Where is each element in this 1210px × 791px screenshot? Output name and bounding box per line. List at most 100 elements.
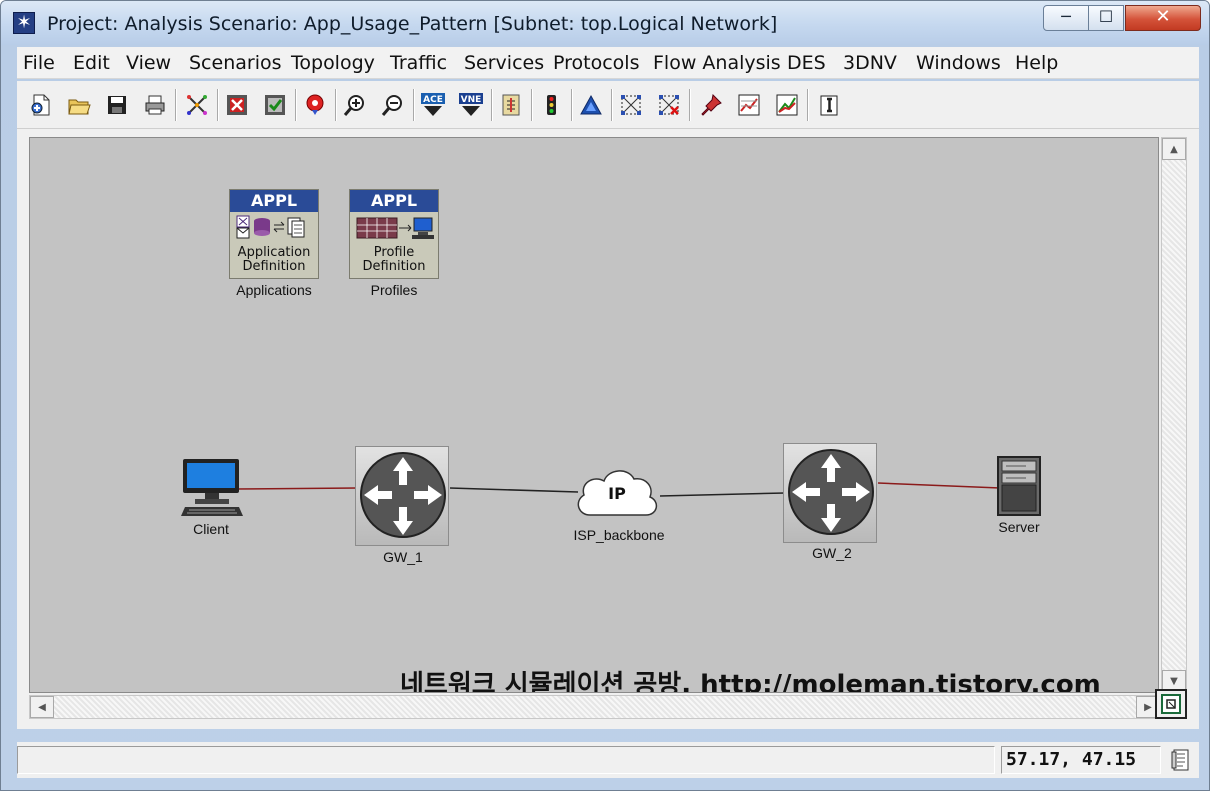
graph-button[interactable] (735, 91, 763, 119)
toolbar-separator (491, 89, 493, 121)
isp-backbone-label: ISP_backbone (573, 527, 665, 543)
menu-flow-analysis[interactable]: Flow Analysis (653, 52, 781, 74)
app-window: ✶ Project: Analysis Scenario: App_Usage_… (0, 0, 1210, 791)
server-node[interactable] (996, 455, 1042, 517)
zoom-in-button[interactable] (341, 91, 369, 119)
print-button[interactable] (141, 91, 169, 119)
menu-help[interactable]: Help (1015, 52, 1058, 74)
title-bar[interactable]: ✶ Project: Analysis Scenario: App_Usage_… (1, 1, 1209, 45)
toolbar-separator (335, 89, 337, 121)
ip-text: IP (608, 484, 626, 503)
network-canvas[interactable]: APPL Application Definition Applications… (29, 137, 1159, 693)
scroll-right-icon: ▶ (1144, 701, 1152, 713)
close-button[interactable]: ✕ (1125, 5, 1201, 31)
navigator-button[interactable] (1155, 689, 1187, 719)
scroll-log-icon[interactable] (1169, 748, 1193, 772)
minimize-button[interactable]: ─ (1043, 5, 1089, 31)
router-icon (360, 452, 446, 538)
results-button[interactable] (773, 91, 801, 119)
menu-3dnv[interactable]: 3DNV (843, 52, 897, 74)
zoom-out-button[interactable] (379, 91, 407, 119)
fail-links-button[interactable] (655, 91, 683, 119)
scroll-up-button[interactable]: ▲ (1162, 138, 1186, 160)
menu-services[interactable]: Services (464, 52, 544, 74)
new-project-button[interactable] (27, 91, 55, 119)
menu-scenarios[interactable]: Scenarios (189, 52, 282, 74)
vne-text: VNE (461, 95, 482, 105)
import-button[interactable] (497, 91, 525, 119)
menu-view[interactable]: View (126, 52, 171, 74)
application-definition-node[interactable]: APPL Application Definition (229, 189, 319, 279)
gw1-isp-link[interactable] (449, 487, 579, 493)
ace-button[interactable]: ACE (419, 91, 447, 119)
traffic-light-button[interactable] (537, 91, 565, 119)
horizontal-scrollbar[interactable]: ◀ ▶ (29, 695, 1161, 719)
isp-backbone-node[interactable]: IP (570, 455, 664, 527)
appl-header: APPL (350, 190, 438, 212)
menu-windows[interactable]: Windows (916, 52, 1001, 74)
select-links-button[interactable] (617, 91, 645, 119)
graph-icon (738, 94, 760, 116)
profiles-label: Profiles (370, 282, 418, 298)
isp-gw2-link[interactable] (659, 492, 786, 497)
toolbar-separator (571, 89, 573, 121)
menu-topology[interactable]: Topology (291, 52, 375, 74)
server-label: Server (998, 519, 1040, 535)
new-icon (31, 94, 50, 116)
fail-node-icon (227, 95, 247, 115)
application-definition-icon (236, 215, 305, 239)
info-button[interactable] (815, 91, 843, 119)
menu-protocols[interactable]: Protocols (553, 52, 639, 74)
toolbar-separator (217, 89, 219, 121)
zoom-in-icon (343, 95, 364, 116)
recover-node-button[interactable] (261, 91, 289, 119)
profile-definition-icon (356, 217, 434, 239)
toolbar-separator (611, 89, 613, 121)
client-node[interactable] (181, 457, 243, 519)
select-links-icon (621, 95, 641, 115)
profile-definition-node[interactable]: APPL Profile Definition (349, 189, 439, 279)
save-button[interactable] (103, 91, 131, 119)
results-icon (776, 94, 798, 116)
menu-edit[interactable]: Edit (73, 52, 110, 74)
profile-caption-line2: Definition (362, 259, 426, 274)
toolbar-separator (531, 89, 533, 121)
toolbar-separator (689, 89, 691, 121)
traffic-light-icon (547, 95, 556, 115)
pin-icon (701, 93, 722, 116)
maximize-icon: ☐ (1098, 7, 1114, 26)
appl-caption-line2: Definition (242, 259, 306, 274)
vertical-scrollbar[interactable]: ▲ ▼ (1161, 137, 1187, 693)
applications-label: Applications (236, 282, 312, 298)
fail-node-button[interactable] (223, 91, 251, 119)
navigator-icon (1161, 694, 1181, 714)
maximize-button[interactable]: ☐ (1088, 5, 1124, 31)
triangle-button[interactable] (577, 91, 605, 119)
pin-button[interactable] (697, 91, 725, 119)
gw1-router-node[interactable] (355, 446, 449, 546)
triangle-icon (580, 94, 602, 115)
import-icon (502, 94, 520, 116)
client-gw1-link[interactable] (234, 487, 359, 490)
opnet-app-icon[interactable]: ✶ (13, 12, 35, 34)
scroll-left-button[interactable]: ◀ (30, 696, 54, 718)
fail-links-icon (659, 95, 679, 115)
status-message (17, 746, 995, 774)
project-editor-frame: APPL Application Definition Applications… (17, 129, 1199, 729)
menu-traffic[interactable]: Traffic (390, 52, 447, 74)
gw1-label: GW_1 (383, 549, 423, 565)
menu-des[interactable]: DES (787, 52, 826, 74)
toolbar-separator (295, 89, 297, 121)
gw2-server-link[interactable] (877, 482, 1001, 489)
menu-file[interactable]: File (23, 52, 55, 74)
gw2-router-node[interactable] (783, 443, 877, 543)
window-title: Project: Analysis Scenario: App_Usage_Pa… (47, 13, 778, 35)
client-label: Client (193, 521, 229, 537)
vne-button[interactable]: VNE (457, 91, 485, 119)
marker-button[interactable] (301, 91, 329, 119)
toolbar-separator (175, 89, 177, 121)
appl-header: APPL (230, 190, 318, 212)
open-button[interactable] (65, 91, 93, 119)
save-icon (108, 96, 126, 114)
configure-button[interactable] (183, 91, 211, 119)
